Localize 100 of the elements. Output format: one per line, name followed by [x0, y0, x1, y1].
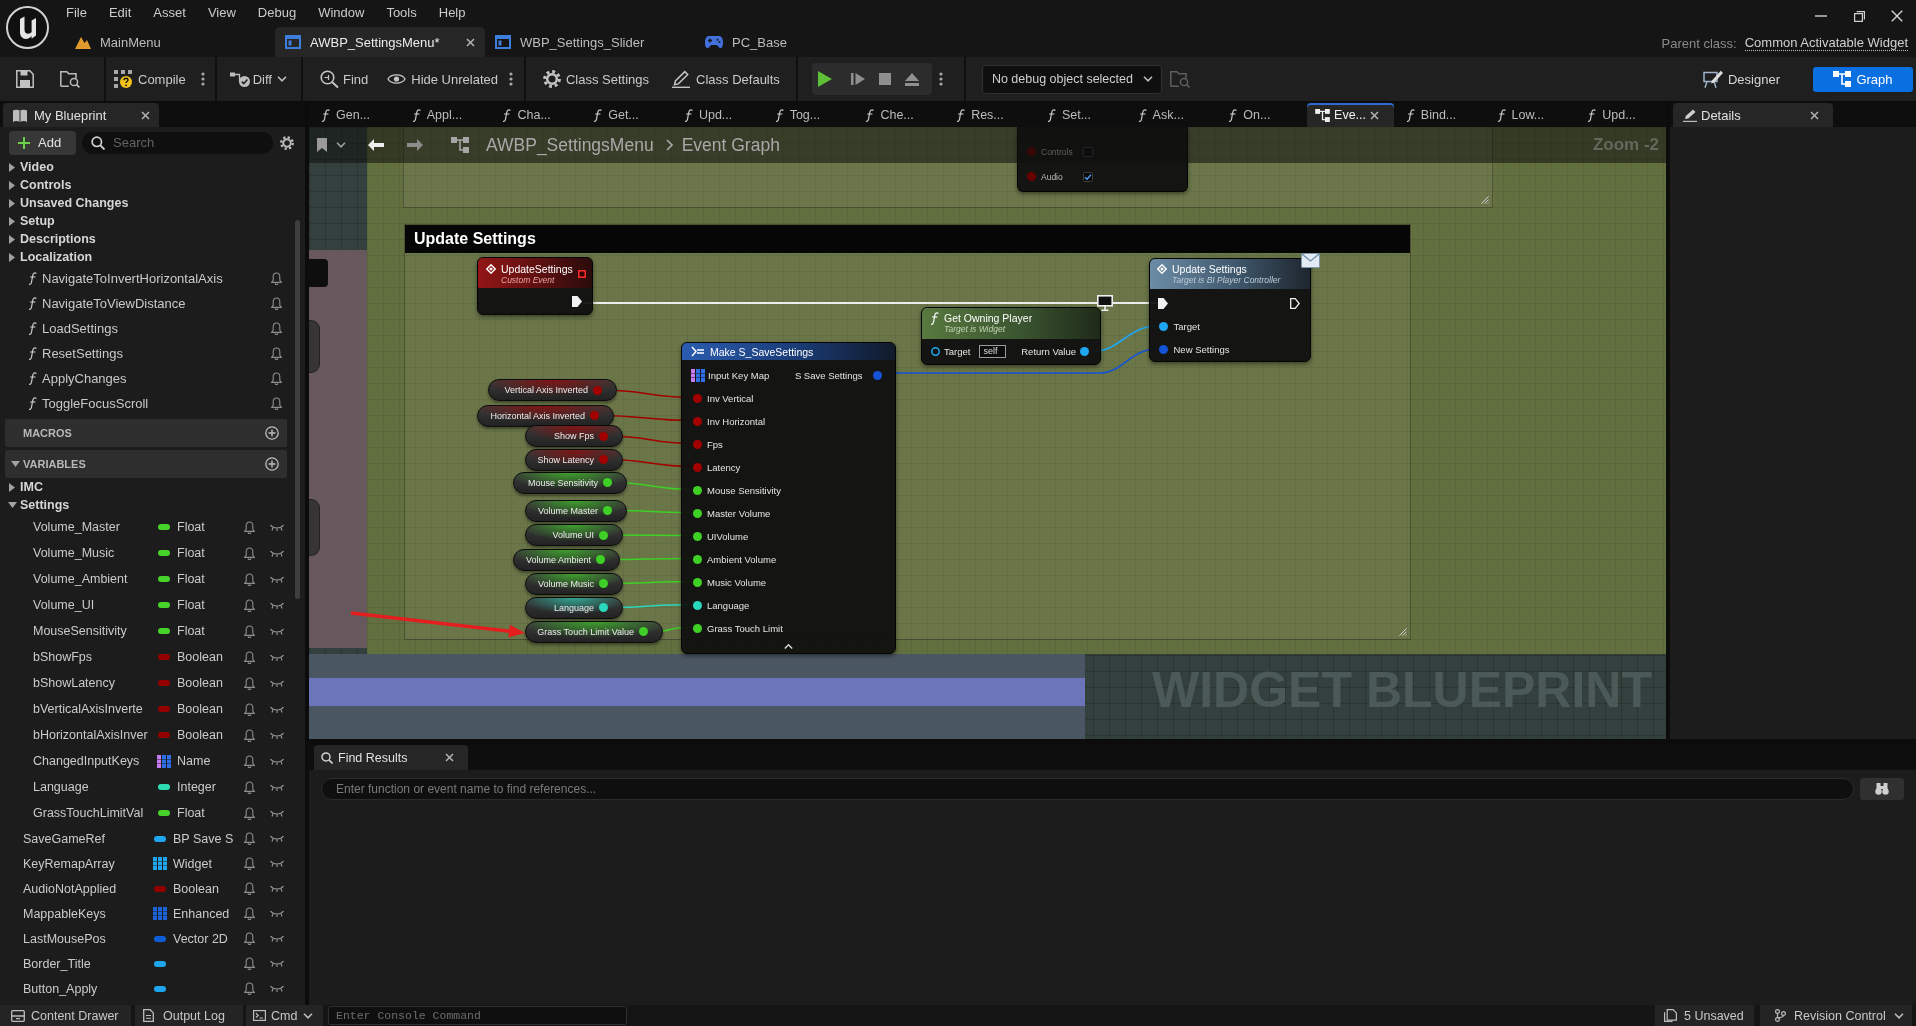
variable-name[interactable]: SaveGameRef: [23, 831, 153, 846]
asset-tab[interactable]: PC_Base: [695, 27, 905, 57]
variable-name[interactable]: Border_Title: [23, 956, 153, 971]
bell-icon[interactable]: [244, 572, 255, 586]
document-tab[interactable]: Tog...: [762, 103, 854, 127]
bell-icon[interactable]: [244, 780, 255, 794]
closed-eye-icon[interactable]: [270, 985, 284, 992]
bell-icon[interactable]: [244, 907, 255, 920]
closed-eye-icon[interactable]: [270, 575, 284, 583]
closed-eye-icon[interactable]: [270, 809, 284, 817]
function-name[interactable]: ResetSettings: [42, 346, 266, 361]
panel-tab[interactable]: My Blueprint: [3, 103, 159, 127]
document-tab[interactable]: Res...: [944, 103, 1035, 127]
variable-type[interactable]: BP Save S: [173, 831, 244, 846]
find-button[interactable]: Find: [315, 63, 373, 95]
document-tab[interactable]: Appl...: [399, 103, 491, 127]
menu-item[interactable]: Debug: [246, 1, 308, 23]
document-tab[interactable]: Low...: [1484, 103, 1576, 127]
bell-icon[interactable]: [244, 702, 255, 716]
graph-mode-button[interactable]: Graph: [1813, 66, 1913, 92]
variable-type[interactable]: Float: [177, 520, 244, 534]
variable-name[interactable]: MouseSensitivity: [33, 624, 157, 638]
bell-icon[interactable]: [244, 806, 255, 820]
eject-icon[interactable]: [904, 72, 919, 86]
variable-type[interactable]: Vector 2D: [173, 931, 244, 946]
close-icon[interactable]: [445, 753, 454, 762]
find-button[interactable]: [1860, 778, 1904, 800]
document-tab[interactable]: Gen...: [309, 103, 400, 127]
closed-eye-icon[interactable]: [270, 549, 284, 557]
variable-name[interactable]: GrassTouchLimitVal: [33, 806, 157, 820]
bell-icon[interactable]: [271, 397, 282, 410]
bell-icon[interactable]: [271, 322, 282, 335]
variable-type[interactable]: Float: [177, 546, 244, 560]
bell-icon[interactable]: [244, 676, 255, 690]
variable-name[interactable]: Volume_Master: [33, 520, 157, 534]
function-name[interactable]: NavigateToViewDistance: [42, 296, 266, 311]
bell-icon[interactable]: [244, 754, 255, 768]
document-tab[interactable]: Get...: [581, 103, 672, 127]
nodes-icon[interactable]: [451, 137, 469, 153]
parent-class-link[interactable]: Common Activatable Widget: [1744, 35, 1908, 51]
search-field[interactable]: Search: [82, 131, 273, 154]
variable-name[interactable]: Volume_UI: [33, 598, 157, 612]
variable-name[interactable]: Button_Apply: [23, 981, 153, 996]
bell-icon[interactable]: [244, 624, 255, 638]
menu-item[interactable]: Help: [427, 1, 477, 23]
caret-right-icon[interactable]: [9, 198, 15, 208]
document-tab[interactable]: Ask...: [1125, 103, 1217, 127]
category-label[interactable]: IMC: [20, 480, 43, 494]
document-tab[interactable]: Upd...: [1575, 103, 1666, 127]
bell-icon[interactable]: [244, 857, 255, 870]
content-drawer-button[interactable]: Content Drawer: [0, 1005, 131, 1026]
save-icon[interactable]: [16, 70, 34, 88]
bell-icon[interactable]: [244, 832, 255, 845]
menu-item[interactable]: File: [55, 1, 98, 23]
bell-icon[interactable]: [244, 546, 255, 560]
caret-right-icon[interactable]: [9, 234, 15, 244]
forward-arrow-icon[interactable]: [407, 139, 423, 151]
variable-name[interactable]: bHorizontalAxisInver: [33, 728, 157, 742]
close-icon[interactable]: [1810, 110, 1819, 120]
variable-type[interactable]: Boolean: [173, 881, 244, 896]
stop-icon[interactable]: [878, 73, 891, 85]
asset-tab[interactable]: MainMenu: [65, 27, 275, 57]
caret-right-icon[interactable]: [9, 216, 15, 226]
document-tab[interactable]: On...: [1216, 103, 1308, 127]
variable-type[interactable]: Enhanced: [173, 906, 244, 921]
bell-icon[interactable]: [271, 272, 282, 285]
caret-down-icon[interactable]: [8, 502, 17, 508]
console-input[interactable]: Enter Console Command: [328, 1006, 627, 1025]
plus-circle-icon[interactable]: [265, 457, 279, 471]
more-icon[interactable]: [200, 72, 205, 86]
closed-eye-icon[interactable]: [270, 835, 284, 842]
scrollbar-thumb[interactable]: [295, 220, 300, 599]
diff-button[interactable]: Diff: [225, 63, 291, 95]
panel-tab[interactable]: Find Results: [314, 745, 468, 770]
closed-eye-icon[interactable]: [270, 627, 284, 635]
caret-down-icon[interactable]: [11, 461, 20, 467]
document-tab[interactable]: Set...: [1034, 103, 1126, 127]
closed-eye-icon[interactable]: [270, 601, 284, 609]
closed-eye-icon[interactable]: [270, 935, 284, 942]
variable-type[interactable]: Float: [177, 598, 244, 612]
debug-object-dropdown[interactable]: No debug object selected: [981, 64, 1162, 94]
bell-icon[interactable]: [244, 957, 255, 970]
function-name[interactable]: LoadSettings: [42, 321, 266, 336]
variable-type[interactable]: Widget: [173, 856, 244, 871]
variable-name[interactable]: Volume_Ambient: [33, 572, 157, 586]
function-name[interactable]: ToggleFocusScroll: [42, 396, 266, 411]
caret-right-icon[interactable]: [9, 482, 15, 492]
close-icon[interactable]: [1891, 10, 1903, 22]
step-icon[interactable]: [850, 72, 865, 86]
bell-icon[interactable]: [244, 728, 255, 742]
document-tab[interactable]: Che...: [853, 103, 945, 127]
closed-eye-icon[interactable]: [270, 731, 284, 739]
caret-right-icon[interactable]: [9, 180, 15, 190]
closed-eye-icon[interactable]: [270, 705, 284, 713]
closed-eye-icon[interactable]: [270, 679, 284, 687]
asset-tab[interactable]: AWBP_SettingsMenu*: [275, 27, 485, 57]
bell-icon[interactable]: [271, 372, 282, 385]
variable-name[interactable]: bVerticalAxisInverte: [33, 702, 157, 716]
bell-icon[interactable]: [244, 882, 255, 895]
variable-name[interactable]: ChangedInputKeys: [33, 754, 157, 768]
